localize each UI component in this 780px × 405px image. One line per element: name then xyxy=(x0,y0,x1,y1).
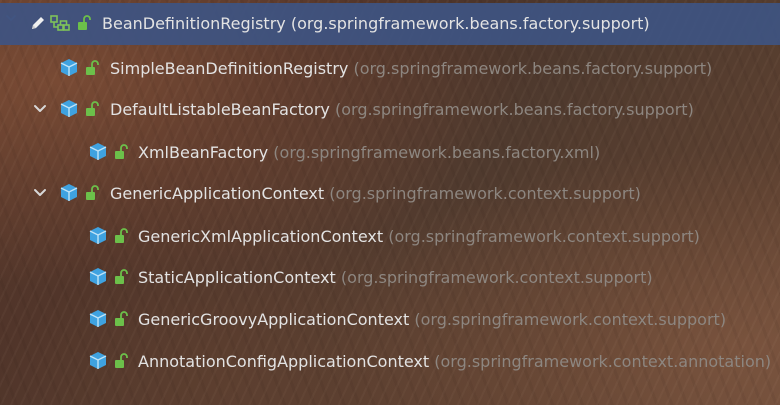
open-lock-icon xyxy=(86,101,99,116)
package-name: (org.springframework.context.support) xyxy=(388,227,700,246)
cube-class-icon xyxy=(60,100,78,117)
tree-row-label: BeanDefinitionRegistry (org.springframew… xyxy=(102,14,650,34)
pencil-icon xyxy=(32,17,44,29)
package-name: (org.springframework.context.support) xyxy=(329,184,641,203)
package-name: (org.springframework.context.support) xyxy=(414,310,727,329)
class-name: SimpleBeanDefinitionRegistry xyxy=(110,59,349,78)
open-lock-icon xyxy=(115,269,128,284)
tree-row-genericxmlapplicationcontext[interactable]: GenericXmlApplicationContext (org.spring… xyxy=(0,217,780,255)
class-name: BeanDefinitionRegistry xyxy=(102,14,286,33)
tree-row-simplebeandefinitionregistry[interactable]: SimpleBeanDefinitionRegistry (org.spring… xyxy=(0,49,780,87)
tree-row-label: StaticApplicationContext (org.springfram… xyxy=(138,268,653,288)
tree-row-label: GenericGroovyApplicationContext (org.spr… xyxy=(138,310,726,330)
tree-row-label: DefaultListableBeanFactory (org.springfr… xyxy=(110,100,694,120)
chevron-down-icon[interactable] xyxy=(33,186,47,200)
open-lock-icon xyxy=(115,144,128,159)
tree-row-xmlbeanfactory[interactable]: XmlBeanFactory (org.springframework.bean… xyxy=(0,133,780,171)
tree-row-label: XmlBeanFactory (org.springframework.bean… xyxy=(138,143,600,163)
cube-class-icon xyxy=(60,184,78,201)
open-lock-icon xyxy=(86,185,99,200)
tree-row-genericapplicationcontext[interactable]: GenericApplicationContext (org.springfra… xyxy=(0,174,780,212)
interface-hierarchy-icon xyxy=(50,15,70,31)
cube-class-icon xyxy=(89,143,107,160)
tree-row-defaultlistablebeanfactory[interactable]: DefaultListableBeanFactory (org.springfr… xyxy=(0,90,780,128)
class-name: AnnotationConfigApplicationContext xyxy=(138,352,430,371)
cube-class-icon xyxy=(89,227,107,244)
tree-row-label: GenericApplicationContext (org.springfra… xyxy=(110,184,641,204)
class-name: XmlBeanFactory xyxy=(138,143,269,162)
class-name: GenericApplicationContext xyxy=(110,184,325,203)
package-name: (org.springframework.context.support) xyxy=(340,268,653,287)
class-name: StaticApplicationContext xyxy=(138,268,336,287)
open-lock-icon xyxy=(115,353,128,368)
open-lock-icon xyxy=(78,15,91,30)
open-lock-icon xyxy=(86,60,99,75)
package-name: (org.springframework.beans.factory.suppo… xyxy=(334,100,694,119)
class-name: GenericGroovyApplicationContext xyxy=(138,310,410,329)
tree-row-label: GenericXmlApplicationContext (org.spring… xyxy=(138,227,700,247)
class-name: GenericXmlApplicationContext xyxy=(138,227,384,246)
tree-row-label: AnnotationConfigApplicationContext (org.… xyxy=(138,352,771,372)
tree-row-staticapplicationcontext[interactable]: StaticApplicationContext (org.springfram… xyxy=(0,258,780,296)
package-name: (org.springframework.beans.factory.suppo… xyxy=(290,14,650,33)
open-lock-icon xyxy=(115,228,128,243)
chevron-down-icon[interactable] xyxy=(33,102,47,116)
tree-row-beandefinitionregistry[interactable]: BeanDefinitionRegistry (org.springframew… xyxy=(0,3,780,45)
cube-class-icon xyxy=(60,59,78,76)
cube-class-icon xyxy=(89,268,107,285)
class-name: DefaultListableBeanFactory xyxy=(110,100,330,119)
cube-class-icon xyxy=(89,352,107,369)
package-name: (org.springframework.context.annotation) xyxy=(434,352,772,371)
tree-row-label: SimpleBeanDefinitionRegistry (org.spring… xyxy=(110,59,712,79)
open-lock-icon xyxy=(115,311,128,326)
package-name: (org.springframework.beans.factory.xml) xyxy=(273,143,601,162)
tree-row-annotationconfigapplicationcontext[interactable]: AnnotationConfigApplicationContext (org.… xyxy=(0,342,780,380)
cube-class-icon xyxy=(89,310,107,327)
package-name: (org.springframework.beans.factory.suppo… xyxy=(353,59,713,78)
tree-row-genericgroovyapplicationcontext[interactable]: GenericGroovyApplicationContext (org.spr… xyxy=(0,300,780,338)
